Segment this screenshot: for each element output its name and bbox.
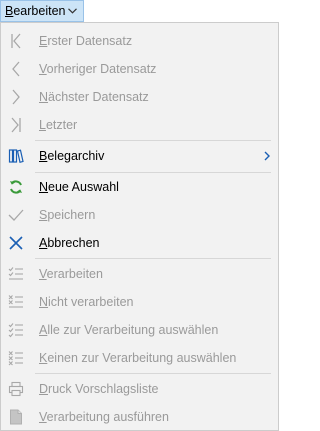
- menu-item-label: Nächster Datensatz: [39, 90, 149, 104]
- menu-item-label: Verarbeiten: [39, 267, 103, 281]
- menu-item-select-all[interactable]: Alle zur Verarbeitung auswählen: [1, 316, 278, 344]
- menu-item-select-none[interactable]: Keinen zur Verarbeitung auswählen: [1, 344, 278, 372]
- dont-process-list-icon: [7, 293, 25, 311]
- menu-item-label: Alle zur Verarbeitung auswählen: [39, 323, 219, 337]
- menu-item-print-suggestions[interactable]: Druck Vorschlagsliste: [1, 375, 278, 403]
- select-all-list-icon: [7, 321, 25, 339]
- next-record-icon: [7, 88, 25, 106]
- menu-item-label: Erster Datensatz: [39, 34, 133, 48]
- document-icon: [7, 408, 25, 426]
- menu-item-run-processing[interactable]: Verarbeitung ausführen: [1, 403, 278, 431]
- menu-item-label: Nicht verarbeiten: [39, 295, 134, 309]
- checkmark-icon: [7, 206, 25, 224]
- menu-item-label: Letzter: [39, 118, 78, 132]
- menu-item-previous-record[interactable]: Vorheriger Datensatz: [1, 55, 278, 83]
- menu-item-save[interactable]: Speichern: [1, 201, 278, 229]
- menu-separator: [35, 140, 271, 141]
- select-none-list-icon: [7, 349, 25, 367]
- first-record-icon: [7, 32, 25, 50]
- menu-item-label: Druck Vorschlagsliste: [39, 382, 159, 396]
- menu-title: Bearbeiten: [5, 4, 66, 18]
- menu-item-new-selection[interactable]: Neue Auswahl: [1, 173, 278, 201]
- chevron-down-icon: [68, 8, 78, 14]
- menu-item-label: Speichern: [39, 208, 96, 222]
- menu-item-label: Vorheriger Datensatz: [39, 62, 157, 76]
- menu-item-first-record[interactable]: Erster Datensatz: [1, 27, 278, 55]
- menu-item-belegarchiv[interactable]: Belegarchiv: [1, 142, 278, 170]
- process-list-icon: [7, 265, 25, 283]
- printer-icon: [7, 380, 25, 398]
- menu-item-last-record[interactable]: Letzter: [1, 111, 278, 139]
- archive-books-icon: [7, 147, 25, 165]
- cancel-x-icon: [7, 234, 25, 252]
- menu-item-label: Keinen zur Verarbeitung auswählen: [39, 351, 237, 365]
- edit-dropdown-menu: Erster Datensatz Vorheriger Datensatz Nä…: [0, 22, 279, 431]
- menu-separator: [35, 258, 271, 259]
- menu-item-process[interactable]: Verarbeiten: [1, 260, 278, 288]
- menu-item-cancel[interactable]: Abbrechen: [1, 229, 278, 257]
- menu-item-dont-process[interactable]: Nicht verarbeiten: [1, 288, 278, 316]
- menu-separator: [35, 373, 271, 374]
- menu-item-label: Verarbeitung ausführen: [39, 410, 169, 424]
- previous-record-icon: [7, 60, 25, 78]
- last-record-icon: [7, 116, 25, 134]
- menu-item-label: Abbrechen: [39, 236, 100, 250]
- chevron-right-icon: [262, 150, 272, 162]
- menu-item-label: Belegarchiv: [39, 149, 105, 163]
- menu-item-label: Neue Auswahl: [39, 180, 119, 194]
- menu-bar: Bearbeiten: [0, 0, 279, 22]
- menu-item-next-record[interactable]: Nächster Datensatz: [1, 83, 278, 111]
- bearbeiten-menu-button[interactable]: Bearbeiten: [0, 0, 84, 22]
- refresh-icon: [7, 178, 25, 196]
